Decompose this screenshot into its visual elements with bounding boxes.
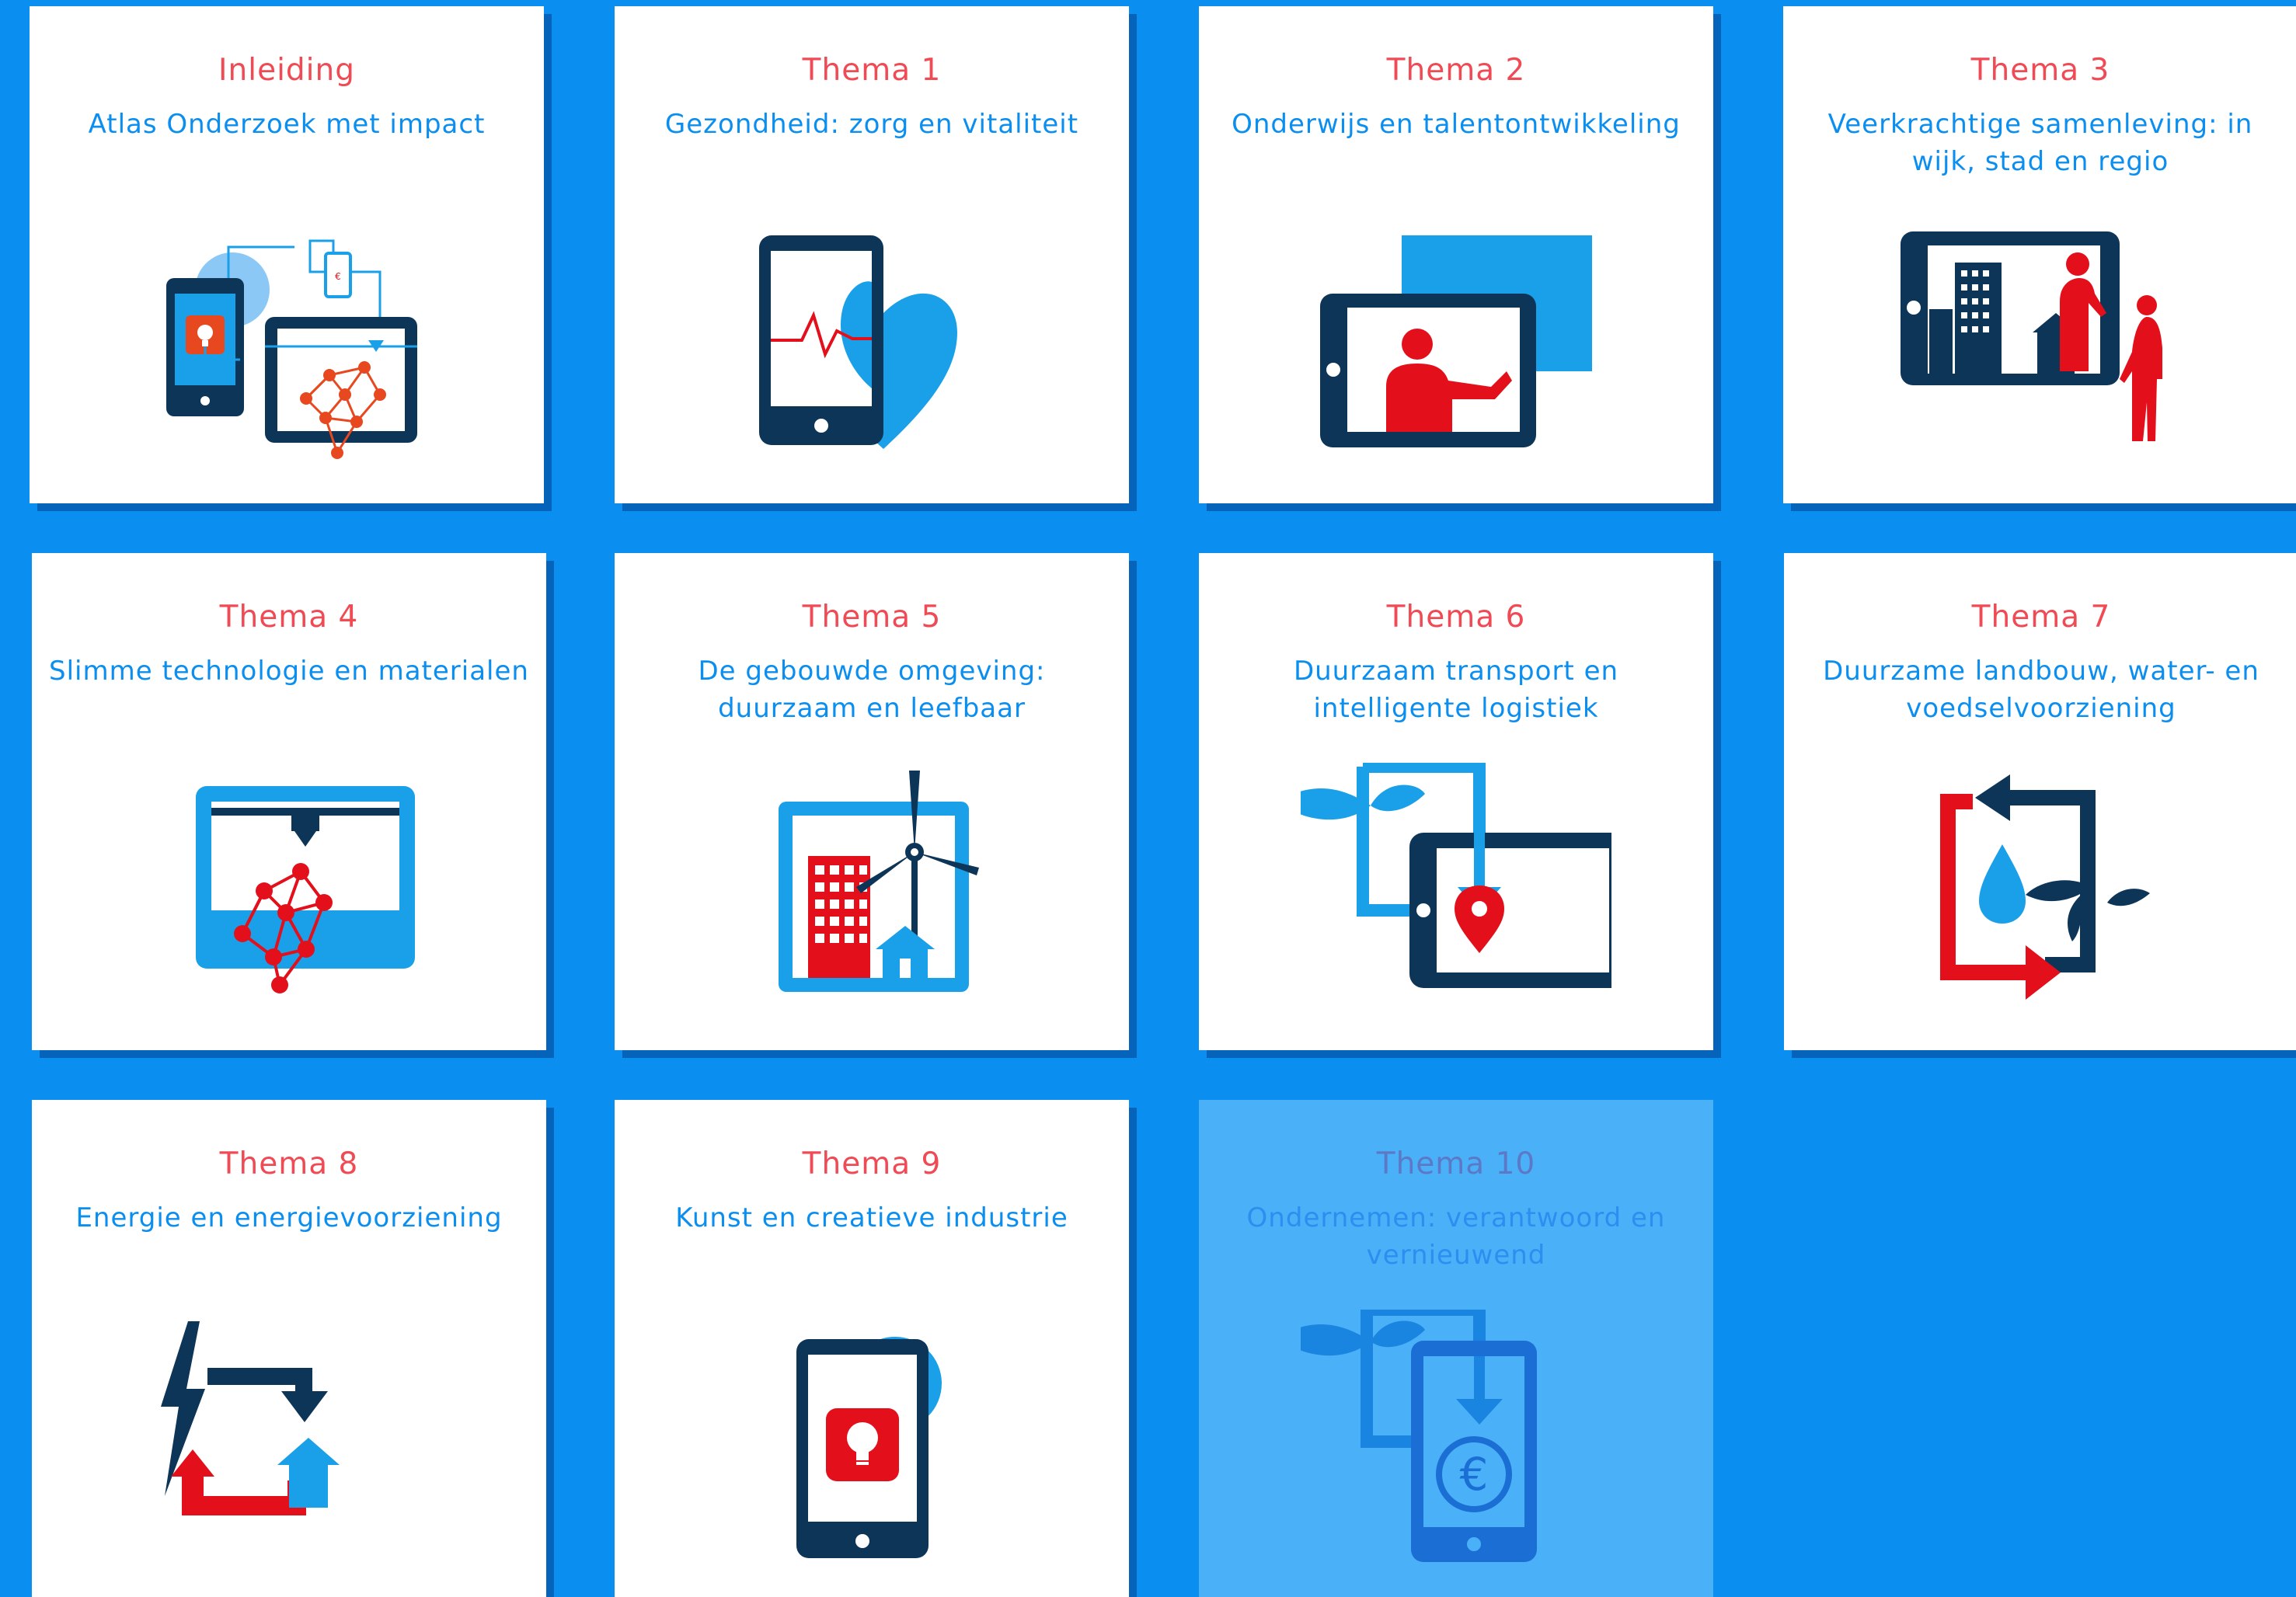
card-title: Atlas Onderzoek met impact <box>88 109 486 140</box>
card-title: Onderwijs en talentontwikkeling <box>1232 109 1681 140</box>
card-kicker: Thema 7 <box>1971 600 2111 635</box>
card-title: Energie en energievoorziening <box>75 1202 503 1233</box>
city-community-icon <box>1901 231 2162 441</box>
card-thema-5[interactable]: Thema 5 De gebouwde omgeving: duurzaam e… <box>615 553 1129 1050</box>
card-thema-4[interactable]: Thema 4 Slimme technologie en materialen <box>32 553 546 1050</box>
water-leaf-cycle-icon <box>1940 774 2150 1000</box>
education-tablet-icon <box>1320 235 1592 447</box>
card-thema-1[interactable]: Thema 1 Gezondheid: zorg en vitaliteit <box>615 6 1129 503</box>
card-thema-9[interactable]: Thema 9 Kunst en creatieve industrie <box>615 1100 1129 1597</box>
card-kicker: Thema 1 <box>802 53 942 88</box>
card-title: Ondernemen: verantwoord en vernieuwend <box>1246 1202 1666 1271</box>
card-title: Gezondheid: zorg en vitaliteit <box>664 109 1079 140</box>
logistics-location-icon <box>1301 763 1611 988</box>
building-windmill-icon <box>779 771 979 992</box>
card-thema-2[interactable]: Thema 2 Onderwijs en talentontwikkeling <box>1199 6 1713 503</box>
health-heart-phone-icon <box>759 235 957 449</box>
card-title: Duurzaam transport en intelligente logis… <box>1293 656 1619 724</box>
card-title: Kunst en creatieve industrie <box>675 1202 1068 1233</box>
card-kicker: Thema 5 <box>802 600 942 635</box>
euro-phone-icon: € <box>1301 1310 1537 1562</box>
card-kicker: Thema 3 <box>1970 53 2110 88</box>
card-kicker: Thema 8 <box>219 1146 359 1181</box>
card-thema-7[interactable]: Thema 7 Duurzame landbouw, water- en voe… <box>1784 553 2296 1050</box>
card-title: Slimme technologie en materialen <box>49 656 529 687</box>
card-inleiding[interactable]: Inleiding Atlas Onderzoek met impact € <box>30 6 544 503</box>
svg-text:€: € <box>335 271 341 282</box>
card-kicker: Inleiding <box>218 53 355 88</box>
card-title: De gebouwde omgeving: duurzaam en leefba… <box>698 656 1046 724</box>
card-thema-8[interactable]: Thema 8 Energie en energievoorziening <box>32 1100 546 1597</box>
card-kicker: Thema 6 <box>1386 600 1526 635</box>
card-kicker: Thema 10 <box>1376 1146 1536 1181</box>
card-thema-10[interactable]: Thema 10 Ondernemen: verantwoord en vern… <box>1199 1100 1713 1597</box>
card-thema-3[interactable]: Thema 3 Veerkrachtige samenleving: in wi… <box>1783 6 2296 503</box>
card-kicker: Thema 2 <box>1386 53 1526 88</box>
research-impact-icon: € <box>166 239 417 459</box>
3d-printer-icon <box>196 786 415 993</box>
card-title: Duurzame landbouw, water- en voedselvoor… <box>1823 656 2259 724</box>
card-kicker: Thema 9 <box>802 1146 942 1181</box>
card-thema-6[interactable]: Thema 6 Duurzaam transport en intelligen… <box>1199 553 1713 1050</box>
energy-cycle-icon <box>161 1321 340 1515</box>
svg-text:€: € <box>1460 1448 1489 1501</box>
creative-lightbulb-phone-icon <box>796 1337 942 1558</box>
card-title: Veerkrachtige samenleving: in wijk, stad… <box>1827 109 2253 177</box>
card-kicker: Thema 4 <box>219 600 359 635</box>
